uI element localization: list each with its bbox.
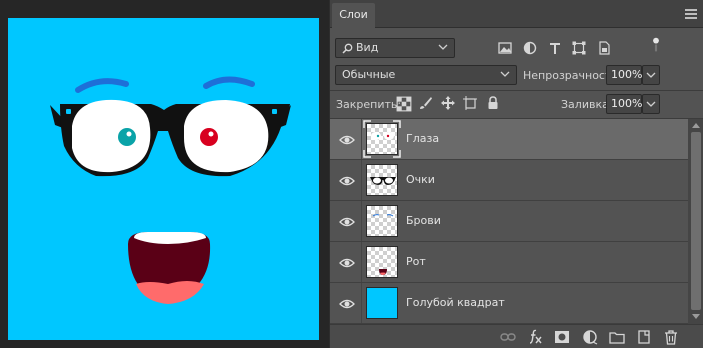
filter-image-icon[interactable]: [497, 40, 513, 56]
scroll-up-icon[interactable]: [692, 122, 700, 128]
lock-image-pixels-icon[interactable]: [418, 95, 434, 111]
fx-icon[interactable]: [527, 329, 543, 345]
eyebrow-right: [203, 76, 255, 89]
lock-transparent-pixels-icon[interactable]: [396, 96, 412, 112]
document-canvas[interactable]: [8, 18, 319, 340]
new-layer-icon[interactable]: [636, 329, 652, 345]
layers-scrollbar[interactable]: [688, 119, 703, 324]
layer-name[interactable]: Брови: [406, 214, 441, 227]
tab-layers[interactable]: Слои: [332, 3, 375, 28]
layer-name[interactable]: Голубой квадрат: [406, 296, 505, 309]
layer-row[interactable]: Очки: [330, 160, 688, 201]
face-artwork: [50, 76, 291, 304]
chevron-down-icon: [438, 44, 448, 50]
eye-white-right: [184, 100, 269, 173]
panel-menu-icon[interactable]: [685, 9, 697, 19]
eye-icon[interactable]: [339, 132, 355, 148]
layer-filter-dropdown[interactable]: Вид: [335, 38, 455, 58]
layer-filter-label: Вид: [356, 41, 379, 54]
pupil-right: [200, 128, 218, 146]
filter-type-icon[interactable]: [547, 40, 563, 56]
layers-list: Глаза Очки Брови Рот Голубой квадрат: [330, 119, 688, 324]
chevron-down-icon: [646, 72, 656, 78]
separator: [361, 119, 362, 159]
lock-artboard-icon[interactable]: [462, 95, 478, 111]
eye-icon[interactable]: [339, 296, 355, 312]
eye-icon[interactable]: [339, 173, 355, 189]
adjustment-layer-icon[interactable]: [582, 329, 598, 345]
search-icon: [342, 43, 353, 54]
lock-label: Закрепить:: [336, 98, 402, 111]
fill-input[interactable]: 100%: [606, 94, 642, 114]
opacity-slider-toggle[interactable]: [642, 65, 660, 85]
layer-name[interactable]: Очки: [406, 173, 435, 186]
link-layers-icon[interactable]: [500, 329, 516, 345]
filter-toggle-icon[interactable]: [648, 37, 659, 59]
separator: [361, 160, 362, 200]
delete-layer-icon[interactable]: [663, 329, 679, 345]
fill-slider-toggle[interactable]: [642, 94, 660, 114]
new-group-icon[interactable]: [609, 329, 625, 345]
scrollbar-thumb[interactable]: [691, 132, 701, 310]
selection-frame: [363, 120, 401, 158]
layer-row[interactable]: Голубой квадрат: [330, 283, 688, 324]
separator: [361, 242, 362, 282]
separator: [361, 283, 362, 323]
lock-position-icon[interactable]: [440, 95, 456, 111]
layer-thumbnail[interactable]: [366, 246, 398, 278]
opacity-input[interactable]: 100%: [606, 65, 642, 85]
filter-smart-object-icon[interactable]: [596, 40, 612, 56]
layers-panel: Слои Вид Обычные Непрозрачность: 100% За…: [329, 0, 703, 348]
eye-white-left: [72, 99, 151, 173]
pupil-left: [118, 128, 136, 146]
chevron-down-icon: [500, 71, 510, 77]
mouth: [128, 232, 211, 304]
layer-row[interactable]: Глаза: [330, 119, 688, 160]
layer-thumbnail[interactable]: [366, 164, 398, 196]
layer-row[interactable]: Брови: [330, 201, 688, 242]
panel-tab-bar: Слои: [330, 0, 703, 28]
chevron-down-icon: [646, 101, 656, 107]
blend-mode-value: Обычные: [342, 68, 396, 81]
lock-all-icon[interactable]: [485, 95, 501, 111]
scroll-down-icon[interactable]: [692, 314, 700, 320]
eyebrow-left: [75, 78, 129, 93]
canvas-area: [0, 0, 329, 348]
layer-name[interactable]: Глаза: [406, 132, 439, 145]
separator: [330, 90, 703, 91]
layers-bottom-toolbar: [330, 324, 703, 348]
filter-shape-icon[interactable]: [571, 40, 587, 56]
blend-mode-dropdown[interactable]: Обычные: [335, 65, 517, 85]
add-mask-icon[interactable]: [554, 329, 570, 345]
layer-thumbnail[interactable]: [366, 287, 398, 319]
separator: [361, 201, 362, 241]
filter-adjustment-icon[interactable]: [522, 40, 538, 56]
layer-thumbnail[interactable]: [366, 205, 398, 237]
fill-label: Заливка:: [561, 98, 613, 111]
eye-icon[interactable]: [339, 255, 355, 271]
layer-row[interactable]: Рот: [330, 242, 688, 283]
layer-name[interactable]: Рот: [406, 255, 426, 268]
eye-icon[interactable]: [339, 214, 355, 230]
